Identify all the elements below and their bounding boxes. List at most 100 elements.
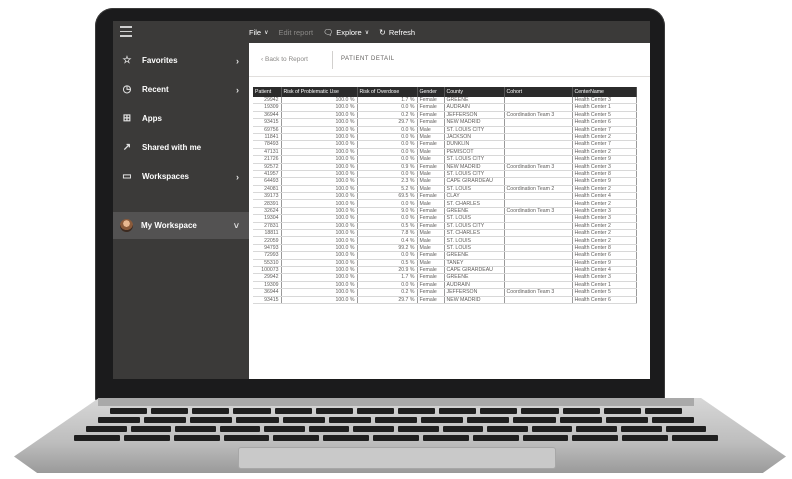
- table-row[interactable]: 69756 100.0 % 0.0 % Male ST. LOUIS CITY Healt…: [253, 126, 637, 134]
- column-header-gender[interactable]: Gender: [417, 87, 445, 97]
- table-cell: Male: [417, 133, 445, 142]
- table-cell: 36944: [253, 288, 282, 297]
- table-row[interactable]: 36944 100.0 % 0.2 % Female JEFFERSON Coordina…: [253, 288, 637, 297]
- table-row[interactable]: 41957 100.0 % 0.0 % Male ST. LOUIS CITY Healt…: [253, 170, 637, 179]
- keyboard-key: [487, 426, 528, 432]
- table-cell: Female: [417, 163, 445, 171]
- table-row[interactable]: 72993 100.0 % 0.0 % Female GREENE Health Cent…: [253, 251, 637, 260]
- table-row[interactable]: 93415 100.0 % 29.7 % Female NEW MADRID Health…: [253, 296, 637, 304]
- workspaces-icon: ▭: [122, 171, 132, 182]
- table-row[interactable]: 24081 100.0 % 5.2 % Male ST. LOUIS Coordinati…: [253, 185, 637, 194]
- laptop-hinge: [98, 398, 694, 406]
- file-menu-button[interactable]: File ∨: [249, 28, 269, 37]
- table-cell: 100.0 %: [281, 126, 358, 134]
- back-to-report-link[interactable]: ‹ Back to Report: [261, 56, 308, 63]
- laptop-screen: File ∨ Edit report 🗨 Explore ∨ ↻ Refresh…: [113, 21, 650, 379]
- nav-item-recent[interactable]: ◷ Recent ›: [113, 76, 249, 103]
- column-header-risk-problematic-use[interactable]: Risk of Problematic Use: [281, 87, 358, 97]
- table-row[interactable]: 32624 100.0 % 9.0 % Female GREENE Coordinatio…: [253, 207, 637, 216]
- table-cell: 100.0 %: [281, 133, 358, 142]
- table-cell: Health Center 9: [572, 259, 637, 268]
- table-cell: Health Center 5: [572, 288, 637, 297]
- table-row[interactable]: 19304 100.0 % 0.0 % Female ST. LOUIS Health C…: [253, 214, 637, 223]
- table-row[interactable]: 27831 100.0 % 0.5 % Female ST. LOUIS CITY Hea…: [253, 222, 637, 231]
- keyboard-key: [173, 435, 220, 441]
- table-cell: Female: [417, 273, 445, 282]
- nav-item-favorites[interactable]: ☆ Favorites ›: [113, 47, 249, 74]
- table-cell: Coordination Team 3: [504, 163, 573, 171]
- table-row[interactable]: 93415 100.0 % 29.7 % Female NEW MADRID Health…: [253, 118, 637, 127]
- hamburger-menu-icon[interactable]: [120, 26, 132, 37]
- column-header-risk-overdose[interactable]: Risk of Overdose: [357, 87, 418, 97]
- table-row[interactable]: 92572 100.0 % 0.9 % Female NEW MADRID Coordin…: [253, 163, 637, 171]
- table-row[interactable]: 100073 100.0 % 20.9 % Female CAPE GIRARDEAU H…: [253, 266, 637, 275]
- table-cell: Male: [417, 148, 445, 157]
- table-cell: Health Center 4: [572, 266, 637, 275]
- table-row[interactable]: 18811 100.0 % 7.8 % Male ST. CHARLES Health C…: [253, 229, 637, 238]
- table-cell: 93415: [253, 118, 282, 127]
- table-cell: [504, 199, 573, 208]
- table-row[interactable]: 47131 100.0 % 0.0 % Male PEMISCOT Health Cent…: [253, 148, 637, 157]
- table-cell: Male: [417, 229, 445, 238]
- table-cell: 2.3 %: [357, 177, 418, 186]
- keyboard-key: [151, 408, 189, 414]
- column-header-cohort[interactable]: Cohort: [504, 87, 573, 97]
- table-row[interactable]: 36944 100.0 % 0.2 % Female JEFFERSON Coordina…: [253, 111, 637, 120]
- table-cell: 47131: [253, 148, 282, 157]
- table-cell: 1.7 %: [357, 273, 418, 282]
- edit-report-button[interactable]: Edit report: [279, 28, 314, 37]
- table-cell: 0.0 %: [357, 148, 418, 157]
- keyboard-key: [373, 435, 419, 441]
- table-cell: CLAY: [444, 192, 505, 201]
- keyboard-key: [521, 408, 559, 414]
- keyboard-key: [219, 426, 261, 432]
- table-row[interactable]: 64493 100.0 % 2.3 % Male CAPE GIRARDEAU Healt…: [253, 177, 637, 186]
- table-row[interactable]: 39173 100.0 % 69.5 % Female CLAY Health Cente…: [253, 192, 637, 201]
- table-cell: 0.0 %: [357, 199, 418, 208]
- table-cell: 11841: [253, 133, 282, 142]
- table-cell: Health Center 2: [572, 148, 637, 157]
- table-row[interactable]: 55310 100.0 % 0.5 % Male TANEY Health Center …: [253, 259, 637, 268]
- table-cell: 0.0 %: [357, 126, 418, 134]
- table-row[interactable]: 19309 100.0 % 0.0 % Female AUDRAIN Health Cen…: [253, 281, 637, 290]
- table-cell: 100.0 %: [281, 251, 358, 260]
- nav-item-shared-with-me[interactable]: ↗ Shared with me: [113, 134, 249, 161]
- keyboard-key: [273, 435, 320, 441]
- table-row[interactable]: 29942 100.0 % 1.7 % Female GREENE Health Cent…: [253, 97, 637, 105]
- table-cell: 100.0 %: [281, 296, 358, 304]
- table-row[interactable]: 29942 100.0 % 1.7 % Female GREENE Health Cent…: [253, 273, 637, 282]
- nav-item-workspaces[interactable]: ▭ Workspaces ›: [113, 163, 249, 190]
- table-cell: Health Center 8: [572, 170, 637, 179]
- explore-menu-button[interactable]: 🗨 Explore ∨: [323, 28, 369, 37]
- chevron-down-icon: ∨: [364, 29, 370, 36]
- refresh-button[interactable]: ↻ Refresh: [379, 28, 415, 37]
- table-row[interactable]: 21726 100.0 % 0.0 % Male ST. LOUIS CITY Healt…: [253, 155, 637, 164]
- table-row[interactable]: 19309 100.0 % 0.0 % Female AUDRAIN Health Cen…: [253, 103, 637, 112]
- table-cell: [504, 259, 573, 268]
- column-header-county[interactable]: County: [444, 87, 505, 97]
- table-row[interactable]: 22059 100.0 % 0.4 % Male ST. LOUIS Health Cen…: [253, 236, 637, 245]
- avatar: [120, 219, 133, 232]
- nav-item-my-workspace[interactable]: My Workspace ˅: [113, 212, 249, 239]
- table-row[interactable]: 28391 100.0 % 0.0 % Male ST. CHARLES Health C…: [253, 199, 637, 208]
- column-header-patient[interactable]: Patient: [253, 87, 282, 97]
- nav-item-apps[interactable]: ⊞ Apps: [113, 105, 249, 132]
- table-cell: 100.0 %: [281, 207, 358, 216]
- table-cell: Female: [417, 288, 445, 297]
- table-cell: Male: [417, 259, 445, 268]
- table-cell: AUDRAIN: [444, 281, 505, 290]
- table-cell: 0.9 %: [357, 163, 418, 171]
- keyboard-key: [622, 435, 669, 441]
- column-header-center-name[interactable]: CenterName: [572, 87, 637, 97]
- table-cell: 100.0 %: [281, 163, 358, 171]
- table-cell: Male: [417, 244, 445, 253]
- table-row[interactable]: 94793 100.0 % 99.2 % Male ST. LOUIS Health Ce…: [253, 244, 637, 253]
- table-row[interactable]: 78493 100.0 % 0.0 % Female DUNKLIN Health Cen…: [253, 140, 637, 149]
- table-cell: Health Center 2: [572, 133, 637, 142]
- table-cell: Female: [417, 118, 445, 127]
- table-row[interactable]: 11841 100.0 % 0.0 % Male JACKSON Health Cente…: [253, 133, 637, 142]
- table-cell: 94793: [253, 244, 282, 253]
- table-cell: Health Center 6: [572, 296, 637, 304]
- table-cell: Female: [417, 111, 445, 120]
- table-cell: Male: [417, 236, 445, 245]
